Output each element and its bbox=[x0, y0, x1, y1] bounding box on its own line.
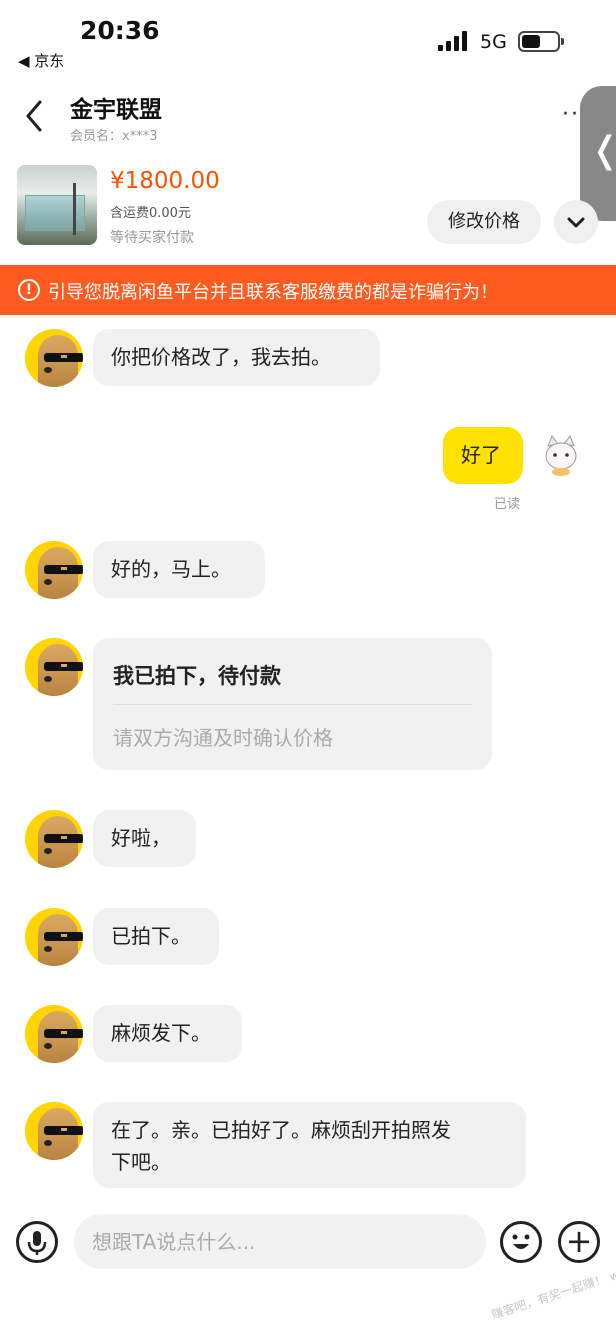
product-thumbnail[interactable] bbox=[17, 165, 97, 245]
more-options-icon[interactable]: ·· bbox=[562, 102, 580, 127]
back-to-app-link[interactable]: ◀ 京东 bbox=[18, 50, 64, 71]
signal-icon bbox=[438, 31, 470, 51]
my-message-bubble: 好了 bbox=[443, 427, 523, 484]
seller-avatar[interactable] bbox=[25, 638, 83, 696]
add-attachment-button[interactable]: + bbox=[558, 1221, 600, 1263]
chat-title: 金宇联盟 bbox=[70, 97, 162, 123]
card-subtitle: 请双方沟通及时确认价格 bbox=[113, 726, 333, 750]
emoji-button[interactable] bbox=[500, 1221, 542, 1263]
message-line: 下吧。 bbox=[111, 1150, 171, 1174]
read-receipt: 已读 bbox=[494, 497, 521, 512]
expand-button[interactable] bbox=[554, 200, 598, 244]
seller-avatar[interactable] bbox=[25, 1005, 83, 1063]
battery-icon bbox=[518, 31, 564, 52]
message-bubble: 在了。亲。已拍好了。麻烦刮开拍照发 下吧。 bbox=[93, 1102, 526, 1188]
modify-price-button[interactable]: 修改价格 bbox=[427, 200, 541, 244]
voice-button[interactable] bbox=[16, 1221, 58, 1263]
message-line: 在了。亲。已拍好了。麻烦刮开拍照发 bbox=[111, 1118, 451, 1142]
seller-avatar[interactable] bbox=[25, 810, 83, 868]
shipping-info: 含运费0.00元 bbox=[110, 206, 191, 221]
alert-icon: ! bbox=[18, 279, 40, 301]
product-price: ¥1800.00 bbox=[110, 168, 220, 194]
back-button[interactable] bbox=[20, 98, 50, 134]
chevron-down-icon bbox=[567, 217, 585, 228]
message-bubble: 好的，马上。 bbox=[93, 541, 265, 598]
chevron-left-icon: ❬ bbox=[590, 130, 616, 171]
my-avatar[interactable] bbox=[538, 432, 584, 478]
plus-icon: + bbox=[565, 1222, 593, 1260]
card-divider bbox=[113, 704, 472, 705]
seller-avatar[interactable] bbox=[25, 541, 83, 599]
status-bar: 20:36 ◀ 京东 5G bbox=[0, 0, 616, 80]
message-input[interactable] bbox=[74, 1214, 486, 1269]
seller-avatar[interactable] bbox=[25, 908, 83, 966]
microphone-icon bbox=[27, 1231, 47, 1255]
message-bubble: 麻烦发下。 bbox=[93, 1005, 242, 1062]
card-title: 我已拍下，待付款 bbox=[113, 664, 281, 688]
message-bubble: 已拍下。 bbox=[93, 908, 219, 965]
smiley-icon bbox=[512, 1234, 530, 1249]
network-type: 5G bbox=[480, 31, 507, 53]
seller-avatar[interactable] bbox=[25, 329, 83, 387]
order-status-card[interactable]: 我已拍下，待付款 请双方沟通及时确认价格 bbox=[93, 638, 492, 770]
member-name: 会员名：x***3 bbox=[70, 129, 158, 144]
chevron-left-icon bbox=[26, 100, 42, 132]
status-time: 20:36 bbox=[80, 16, 160, 45]
warning-text: 引导您脱离闲鱼平台并且联系客服缴费的都是诈骗行为！ bbox=[48, 282, 498, 303]
message-bubble: 好啦， bbox=[93, 810, 196, 867]
fraud-warning-banner: ! 引导您脱离闲鱼平台并且联系客服缴费的都是诈骗行为！ bbox=[0, 265, 616, 315]
cat-avatar-icon bbox=[545, 434, 577, 476]
seller-avatar[interactable] bbox=[25, 1102, 83, 1160]
message-bubble: 你把价格改了，我去拍。 bbox=[93, 329, 380, 386]
order-status: 等待买家付款 bbox=[110, 230, 194, 246]
